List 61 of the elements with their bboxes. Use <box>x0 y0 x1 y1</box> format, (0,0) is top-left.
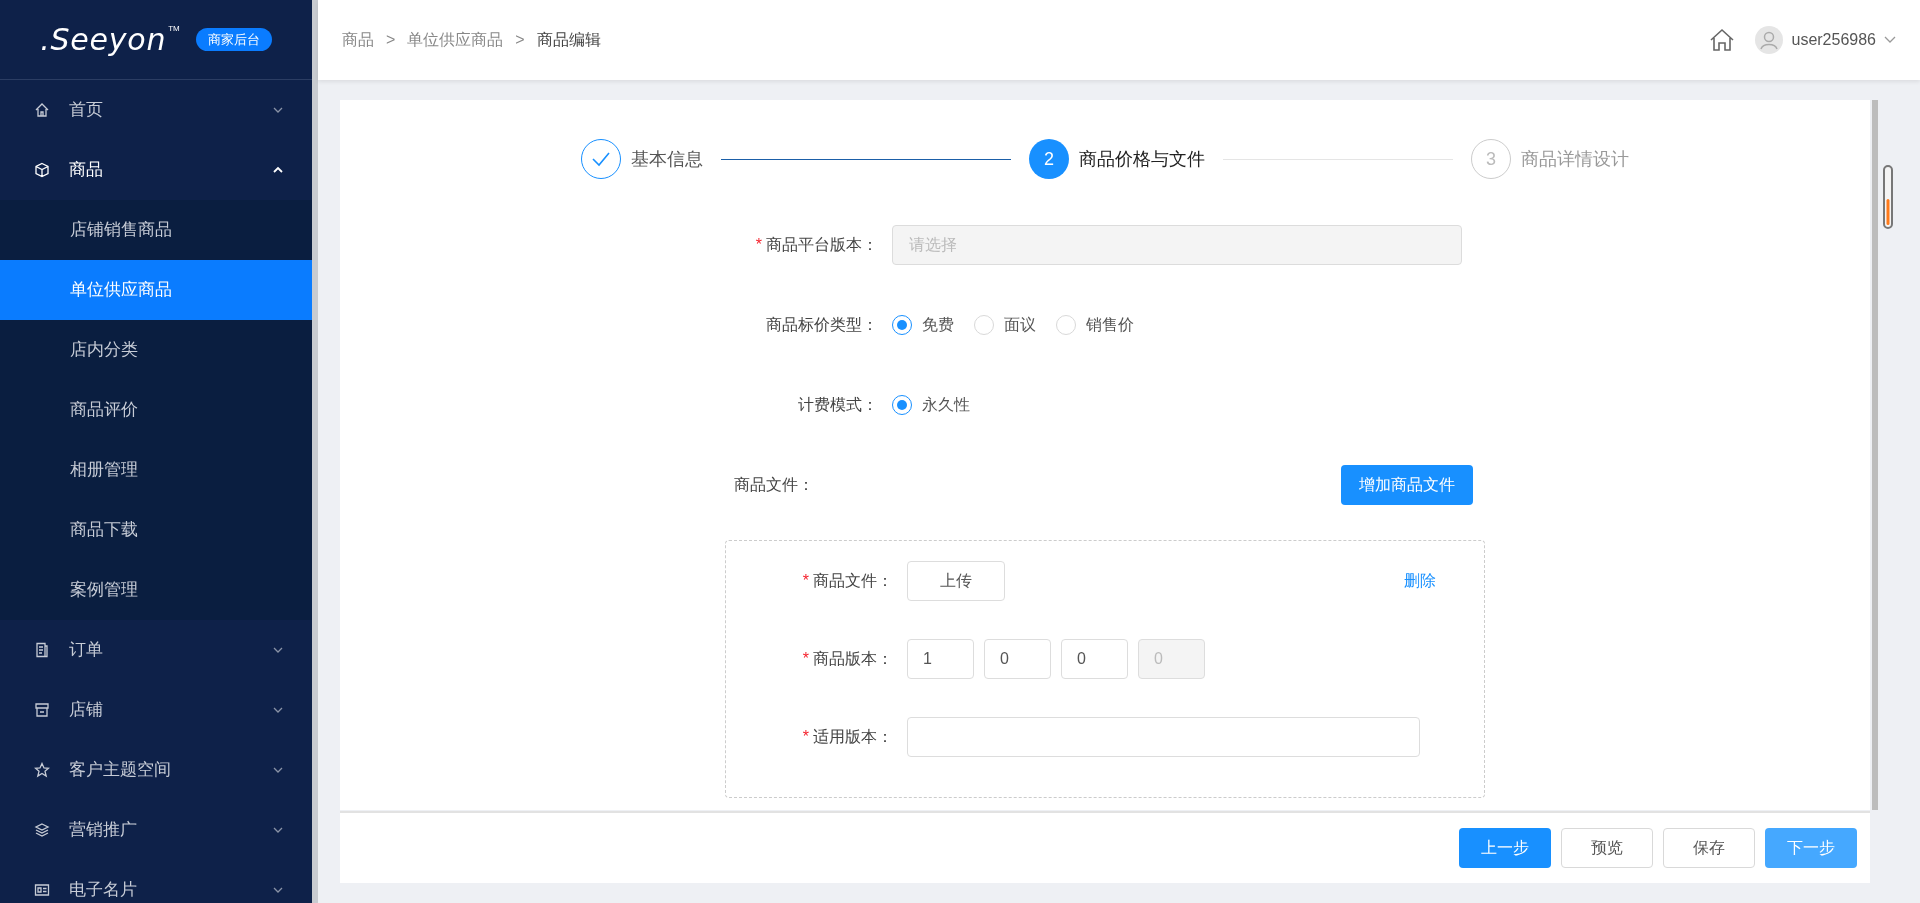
id-card-icon <box>34 882 50 898</box>
version-input[interactable]: 1 <box>907 639 974 679</box>
field-label: 计费模式： <box>798 395 878 415</box>
step-title: 商品价格与文件 <box>1079 147 1205 171</box>
scrollbar-thumb[interactable] <box>1872 100 1878 810</box>
submenu-item[interactable]: 商品下载 <box>0 500 312 560</box>
sidebar-item[interactable]: 订单 <box>0 620 312 680</box>
scroll-indicator-icon <box>1883 165 1893 229</box>
chevron-down-icon[interactable] <box>1884 36 1896 44</box>
breadcrumb-link[interactable]: 单位供应商品 <box>407 28 504 52</box>
radio-label: 免费 <box>922 315 954 335</box>
required-mark: * <box>802 571 809 591</box>
document-icon <box>34 642 50 658</box>
required-mark: * <box>802 649 809 669</box>
radio-label: 销售价 <box>1086 315 1134 335</box>
breadcrumb-separator: > <box>515 30 525 50</box>
breadcrumb-link[interactable]: 商品 <box>342 28 374 52</box>
radio-label: 永久性 <box>922 395 970 415</box>
version-input: 0 <box>1138 639 1205 679</box>
required-mark: * <box>755 235 762 255</box>
field-label: 适用版本： <box>813 727 893 747</box>
step-title: 商品详情设计 <box>1521 147 1629 171</box>
breadcrumb-separator: > <box>386 30 396 50</box>
shop-icon <box>34 702 50 718</box>
sidebar-item[interactable]: 商品 <box>0 140 312 200</box>
field-label: 商品版本： <box>813 649 893 669</box>
text-input[interactable] <box>907 717 1420 757</box>
submenu-item[interactable]: 店铺销售商品 <box>0 200 312 260</box>
required-mark: * <box>802 727 809 747</box>
field-label: 商品文件： <box>813 571 893 591</box>
star-icon <box>34 762 50 778</box>
section-label: 商品文件： <box>734 475 814 495</box>
sidebar-item[interactable]: 电子名片 <box>0 860 312 903</box>
submenu-item[interactable]: 店内分类 <box>0 320 312 380</box>
field-label: 商品标价类型： <box>766 315 878 335</box>
logo-wordmark: .Seeyon <box>40 24 167 55</box>
footer-button[interactable]: 预览 <box>1561 828 1653 868</box>
sidebar-item[interactable]: 首页 <box>0 80 312 140</box>
sidebar-item[interactable]: 店铺 <box>0 680 312 740</box>
version-input[interactable]: 0 <box>1061 639 1128 679</box>
step-number: 2 <box>1029 139 1069 179</box>
submenu-item[interactable]: 单位供应商品 <box>0 260 312 320</box>
submenu-item[interactable]: 商品评价 <box>0 380 312 440</box>
radio-label: 面议 <box>1004 315 1036 335</box>
field-label: 商品平台版本： <box>766 235 878 255</box>
submenu-item[interactable]: 案例管理 <box>0 560 312 620</box>
step-title: 基本信息 <box>631 147 703 171</box>
home-icon <box>34 102 50 118</box>
avatar-icon <box>1755 26 1784 54</box>
layers-icon <box>34 822 50 838</box>
sidebar-item[interactable]: 客户主题空间 <box>0 740 312 800</box>
trademark-mark: TM <box>168 24 180 33</box>
portal-badge: 商家后台 <box>195 27 272 52</box>
user-name[interactable]: user256986 <box>1791 28 1876 52</box>
upload-button[interactable]: 上传 <box>907 561 1005 601</box>
version-input[interactable]: 0 <box>984 639 1051 679</box>
cube-icon <box>34 162 50 178</box>
footer-button[interactable]: 保存 <box>1663 828 1755 868</box>
sidebar-item[interactable]: 营销推广 <box>0 800 312 860</box>
submenu-item[interactable]: 相册管理 <box>0 440 312 500</box>
home-icon[interactable] <box>1709 28 1736 52</box>
